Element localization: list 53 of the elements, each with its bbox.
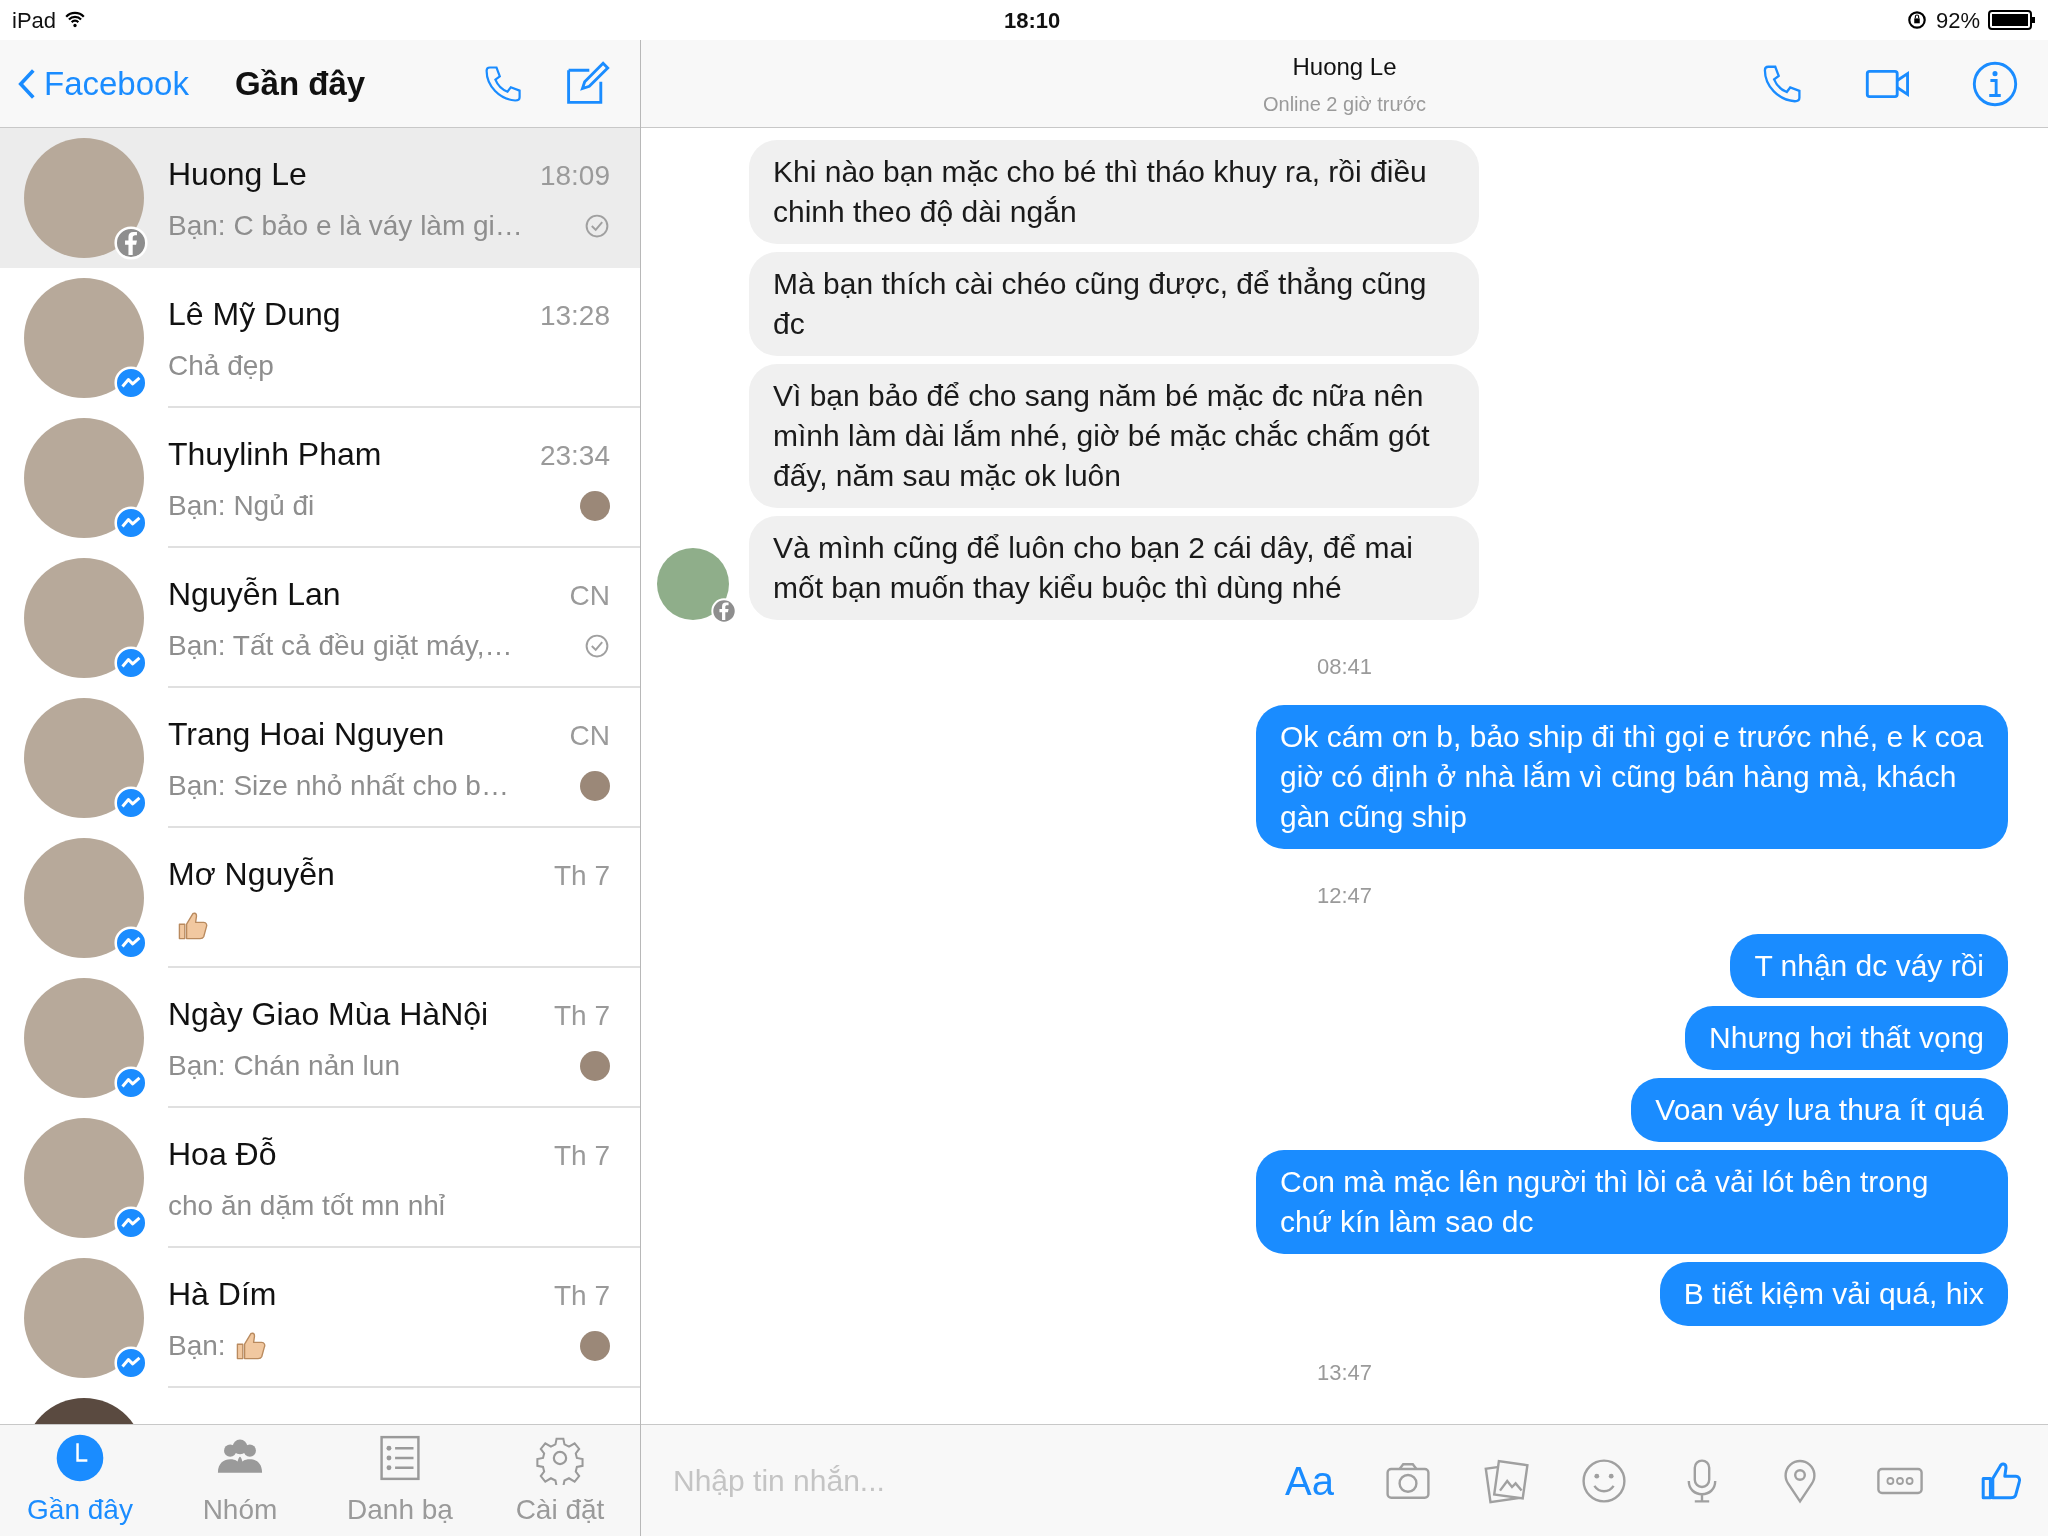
clock-time: 18:10 [1004, 6, 1061, 35]
contact-name: Ngày Giao Mùa HàNội [168, 995, 489, 1034]
message-preview: Bạn: [168, 1329, 226, 1363]
message-time: CN [569, 579, 610, 613]
chat-contact-name: Huong Le [1292, 51, 1397, 82]
message-preview: Bạn: Size nhỏ nhất cho b… [168, 769, 509, 803]
sent-message: T nhận dc váy rồi [1730, 934, 2008, 998]
compose-icon[interactable] [564, 60, 610, 107]
battery-percent: 92% [1935, 6, 1980, 35]
message-time: Th 7 [553, 1139, 610, 1173]
device-name: iPad [12, 6, 57, 35]
sent-message: Nhưng hơi thất vọng [1685, 1006, 2008, 1070]
sent-message: B tiết kiệm vải quá, hix [1659, 1262, 2008, 1326]
message-preview: Bạn: C bảo e là váy làm gi… [168, 209, 523, 243]
message-time: 23:34 [539, 439, 610, 473]
message-time: Th 7 [553, 999, 610, 1033]
received-message: Mà bạn thích cài chéo cũng được, để thẳng cũng đc [749, 252, 1479, 356]
contact-name: Lê Mỹ Dung [168, 295, 341, 334]
contact-name: Mơ Nguyễn [168, 855, 335, 894]
contact-name: Hà Dím [168, 1275, 277, 1314]
received-message: Và mình cũng để luôn cho bạn 2 cái dây, để mai mốt bạn muốn thay kiểu buộc thì dùng nhé [749, 516, 1479, 620]
received-message: Khi nào bạn mặc cho bé thì tháo khuy ra, rồi điều chinh theo độ dài ngắn [749, 140, 1479, 244]
contact-name: Trang Hoai Nguyen [168, 715, 445, 754]
message-time: Th 7 [553, 859, 610, 893]
timestamp: 08:41 [1316, 653, 1373, 681]
chevron-left-icon [18, 67, 36, 100]
facebook-badge-icon [711, 598, 737, 624]
contact-name: Thuylinh Pham [168, 435, 382, 474]
message-time: CN [569, 719, 610, 753]
message-preview: Chả đẹp [168, 349, 274, 383]
sent-message: Voan váy lưa thưa ít quá [1631, 1078, 2008, 1142]
sent-message: Ok cám ơn b, bảo ship đi thì gọi e trước nhé, e k coa giờ có định ở nhà lắm vì cũng bán hàng mà, khách gàn cũng ship [1256, 705, 2008, 849]
message-time: 18:09 [539, 159, 610, 193]
battery-icon [1988, 10, 2036, 30]
contact-name: Huong Le [168, 155, 307, 194]
received-message: Vì bạn bảo để cho sang năm bé mặc đc nữa nên mình làm dài lắm nhé, giờ bé mặc chắc chấm gót đấy, năm sau mặc ok luôn [749, 364, 1479, 508]
list-title: Gần đây [234, 63, 366, 104]
message-time: 13:28 [539, 299, 610, 333]
message-preview: Bạn: Ngủ đi [168, 489, 315, 523]
rotation-lock-icon [1905, 9, 1928, 31]
message-preview: Bạn: Chán nản lun [168, 1049, 400, 1083]
sent-message: Con mà mặc lên người thì lòi cả vải lót bên trong chứ kín làm sao dc [1256, 1150, 2008, 1254]
message-preview: Bạn: Tất cả đều giặt máy,… [168, 629, 513, 663]
info-icon[interactable] [1972, 60, 2018, 107]
message-preview: cho ăn dặm tốt mn nhỉ [168, 1189, 446, 1223]
timestamp: 12:47 [1316, 882, 1373, 910]
emoji-icon[interactable] [1580, 1456, 1628, 1505]
conversation-row[interactable]: Huong Le 18:09 Bạn: C bảo e là váy làm gi… [0, 128, 640, 268]
contact-name: Hoa Đỗ [168, 1135, 277, 1174]
online-status: Online 2 giờ trước [1263, 91, 1426, 117]
timestamp: 13:47 [1316, 1359, 1373, 1387]
contact-name: Nguyễn Lan [168, 575, 341, 614]
message-time: Th 7 [553, 1279, 610, 1313]
